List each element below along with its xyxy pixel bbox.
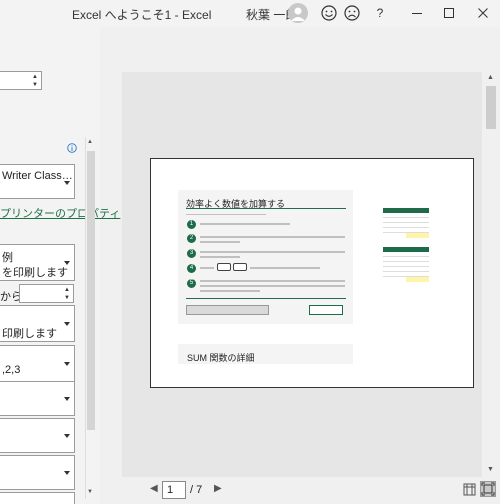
step-5-badge: 5 bbox=[187, 279, 196, 288]
title-rule bbox=[186, 208, 346, 209]
section-2-title: SUM 関数の詳細 bbox=[187, 353, 255, 363]
close-icon[interactable] bbox=[474, 4, 492, 22]
mini-table-2 bbox=[383, 247, 429, 282]
step-text bbox=[200, 290, 260, 292]
orientation-select[interactable] bbox=[0, 381, 75, 416]
chevron-down-icon bbox=[64, 322, 70, 326]
zoom-to-page-icon[interactable] bbox=[480, 481, 496, 497]
next-page-icon[interactable]: ▶ bbox=[214, 483, 222, 494]
info-icon[interactable] bbox=[67, 143, 77, 153]
printer-properties-link[interactable]: プリンターのプロパティ bbox=[0, 205, 120, 221]
step-text bbox=[250, 267, 320, 269]
preview-scrollbar[interactable]: ▲ ▼ bbox=[484, 72, 498, 476]
chevron-down-icon bbox=[64, 261, 70, 265]
show-margins-icon[interactable] bbox=[463, 483, 476, 496]
svg-text:?: ? bbox=[377, 6, 384, 20]
collate-select[interactable]: ,2,3 bbox=[0, 345, 75, 382]
scroll-up-icon[interactable]: ▲ bbox=[87, 139, 93, 145]
pages-to-spinner[interactable]: ▲ ▼ bbox=[19, 284, 74, 303]
current-page-input[interactable]: 1 bbox=[162, 481, 186, 499]
sides-line: 印刷します bbox=[2, 328, 57, 340]
frown-icon[interactable] bbox=[343, 4, 361, 22]
step-text bbox=[200, 251, 345, 253]
total-pages: / 7 bbox=[190, 484, 203, 496]
sides-select[interactable]: 印刷します bbox=[0, 305, 75, 342]
scroll-up-icon[interactable]: ▲ bbox=[487, 74, 494, 81]
spin-up-icon[interactable]: ▲ bbox=[32, 74, 38, 80]
section-2-header: SUM 関数の詳細 bbox=[178, 344, 353, 364]
previous-page-icon[interactable]: ◀ bbox=[150, 483, 158, 494]
printer-select[interactable]: Writer Class… bbox=[0, 164, 75, 199]
settings-scrollbar[interactable]: ▲ ▼ bbox=[85, 137, 95, 499]
mini-table-1 bbox=[383, 208, 429, 238]
step-text bbox=[200, 241, 240, 243]
step-text bbox=[200, 280, 345, 282]
scroll-down-icon[interactable]: ▼ bbox=[487, 466, 494, 473]
maximize-icon[interactable] bbox=[440, 4, 458, 22]
print-what-select[interactable]: 例 を印刷します bbox=[0, 244, 75, 281]
key-icon bbox=[233, 263, 247, 271]
smile-icon[interactable] bbox=[320, 4, 338, 22]
paper-size-select[interactable] bbox=[0, 418, 75, 453]
help-icon[interactable]: ? bbox=[371, 4, 389, 22]
chevron-down-icon bbox=[64, 181, 70, 185]
chevron-down-icon bbox=[64, 362, 70, 366]
divider bbox=[186, 298, 346, 299]
scrollbar-thumb[interactable] bbox=[486, 86, 496, 129]
title-bar: Excel へようこそ1 - Excel 秋葉 一郎 ? bbox=[0, 0, 500, 27]
chevron-down-icon bbox=[64, 397, 70, 401]
margins-select[interactable] bbox=[0, 455, 75, 490]
scaling-select[interactable] bbox=[0, 492, 75, 504]
step-1-badge: 1 bbox=[187, 220, 196, 229]
print-what-line1: 例 bbox=[2, 252, 13, 264]
minimize-icon[interactable] bbox=[408, 4, 426, 22]
next-button-shape bbox=[309, 305, 343, 315]
step-text bbox=[200, 236, 345, 238]
spin-down-icon[interactable]: ▼ bbox=[64, 295, 70, 301]
intro-line bbox=[186, 214, 266, 215]
spin-up-icon[interactable]: ▲ bbox=[64, 287, 70, 293]
window-title: Excel へようこそ1 - Excel bbox=[72, 8, 212, 22]
step-2-badge: 2 bbox=[187, 234, 196, 243]
step-3-badge: 3 bbox=[187, 249, 196, 258]
chevron-down-icon bbox=[64, 471, 70, 475]
step-4-badge: 4 bbox=[187, 264, 196, 273]
printer-name: Writer Class… bbox=[2, 170, 73, 182]
avatar[interactable] bbox=[288, 3, 308, 23]
key-icon bbox=[217, 263, 231, 271]
step-text bbox=[200, 223, 290, 225]
chevron-down-icon bbox=[64, 434, 70, 438]
preview-slide: 効率よく数値を加算する 1 2 3 4 5 bbox=[178, 190, 353, 324]
spin-down-icon[interactable]: ▼ bbox=[32, 82, 38, 88]
collate-value: ,2,3 bbox=[2, 364, 21, 376]
step-text bbox=[200, 267, 214, 269]
scroll-down-icon[interactable]: ▼ bbox=[87, 489, 93, 495]
copies-spinner[interactable]: ▲ ▼ bbox=[0, 71, 42, 90]
print-what-line2: を印刷します bbox=[2, 267, 68, 279]
back-button-shape bbox=[186, 305, 269, 315]
step-text bbox=[200, 256, 240, 258]
scrollbar-thumb[interactable] bbox=[87, 151, 95, 430]
step-text bbox=[200, 285, 345, 287]
